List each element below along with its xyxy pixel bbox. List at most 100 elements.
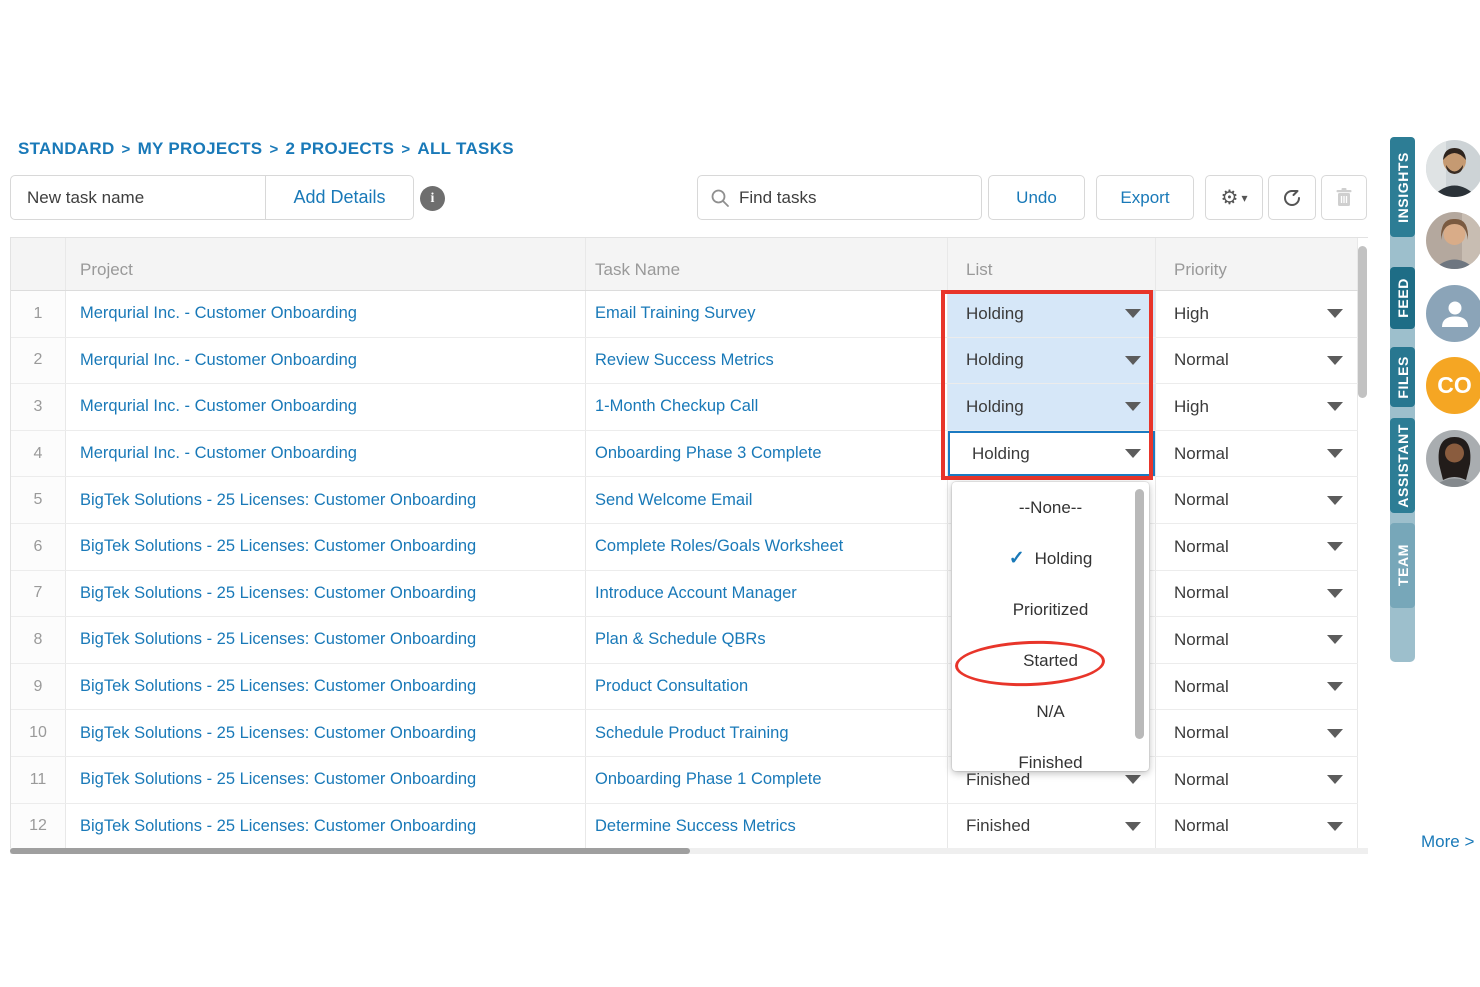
project-link[interactable]: BigTek Solutions - 25 Licenses: Customer… xyxy=(80,491,476,510)
avatar-photo-man[interactable] xyxy=(1426,140,1480,197)
table-row: 1Merqurial Inc. - Customer OnboardingEma… xyxy=(11,291,1358,338)
priority-dropdown-cell[interactable]: Normal xyxy=(1156,617,1358,663)
project-link[interactable]: BigTek Solutions - 25 Licenses: Customer… xyxy=(80,817,476,836)
breadcrumb-separator-icon: > xyxy=(115,141,138,158)
side-tab-assistant[interactable]: ASSISTANT xyxy=(1390,418,1415,513)
priority-dropdown-cell[interactable]: Normal xyxy=(1156,338,1358,384)
list-dropdown-cell[interactable]: Holding xyxy=(948,291,1156,337)
info-icon[interactable]: i xyxy=(420,186,445,211)
table-row: 3 Merqurial Inc. - Customer Onboarding 1-M… xyxy=(11,384,1358,431)
task-name-link[interactable]: Onboarding Phase 3 Complete xyxy=(595,444,822,463)
priority-dropdown-cell[interactable]: Normal xyxy=(1156,710,1358,756)
project-link[interactable]: Merqurial Inc. - Customer Onboarding xyxy=(80,397,357,416)
dropdown-option-prioritized[interactable]: Prioritized xyxy=(952,584,1149,635)
table-row: 4Merqurial Inc. - Customer OnboardingOnb… xyxy=(11,431,1358,478)
breadcrumb-standard[interactable]: STANDARD xyxy=(18,139,115,158)
dropdown-option-holding[interactable]: ✓Holding xyxy=(952,533,1149,584)
undo-button[interactable]: Undo xyxy=(988,175,1085,220)
export-button[interactable]: Export xyxy=(1096,175,1194,220)
priority-dropdown-cell[interactable]: Normal xyxy=(1156,431,1358,477)
project-link[interactable]: BigTek Solutions - 25 Licenses: Customer… xyxy=(80,630,476,649)
task-name-link[interactable]: 1-Month Checkup Call xyxy=(595,397,758,416)
side-tab-label: FEED xyxy=(1395,278,1411,318)
chevron-down-icon: ▾ xyxy=(1241,191,1247,205)
dropdown-option-started[interactable]: Started xyxy=(952,635,1149,686)
priority-dropdown-cell[interactable]: High xyxy=(1156,384,1358,430)
priority-dropdown-cell[interactable]: Normal xyxy=(1156,757,1358,803)
project-link[interactable]: Merqurial Inc. - Customer Onboarding xyxy=(80,351,357,370)
project-cell: Merqurial Inc. - Customer Onboarding xyxy=(66,431,586,477)
settings-gear-button[interactable]: ⚙▾ xyxy=(1205,175,1263,220)
project-link[interactable]: BigTek Solutions - 25 Licenses: Customer… xyxy=(80,770,476,789)
dropdown-option-n-a[interactable]: N/A xyxy=(952,686,1149,737)
task-name-link[interactable]: Complete Roles/Goals Worksheet xyxy=(595,537,843,556)
table-vertical-scrollbar[interactable] xyxy=(1357,240,1368,848)
avatar-photo-woman-2[interactable] xyxy=(1426,430,1480,487)
column-header-project[interactable]: Project xyxy=(66,238,586,290)
priority-value: Normal xyxy=(1174,816,1327,836)
task-name-link[interactable]: Schedule Product Training xyxy=(595,724,789,743)
list-value: Holding xyxy=(966,397,1125,417)
task-name-link[interactable]: Onboarding Phase 1 Complete xyxy=(595,770,822,789)
task-name-link[interactable]: Plan & Schedule QBRs xyxy=(595,630,766,649)
column-header-priority[interactable]: Priority xyxy=(1156,238,1358,290)
list-dropdown-cell[interactable]: Holding xyxy=(948,431,1156,477)
column-header-task-name[interactable]: Task Name xyxy=(586,238,948,290)
breadcrumb-2-projects[interactable]: 2 PROJECTS xyxy=(286,139,395,158)
project-link[interactable]: BigTek Solutions - 25 Licenses: Customer… xyxy=(80,724,476,743)
more-link[interactable]: More > xyxy=(1421,832,1474,852)
side-tab-insights[interactable]: INSIGHTS xyxy=(1390,137,1415,237)
priority-dropdown-cell[interactable]: Normal xyxy=(1156,664,1358,710)
side-tab-team[interactable]: TEAM xyxy=(1390,523,1415,608)
task-name-link[interactable]: Introduce Account Manager xyxy=(595,584,797,603)
breadcrumb-separator-icon: > xyxy=(262,141,285,158)
list-dropdown-cell[interactable]: Holding xyxy=(948,384,1156,430)
project-link[interactable]: Merqurial Inc. - Customer Onboarding xyxy=(80,304,357,323)
priority-dropdown-cell[interactable]: Normal xyxy=(1156,524,1358,570)
task-name-cell: Product Consultation xyxy=(586,664,948,710)
column-header-list[interactable]: List xyxy=(948,238,1156,290)
row-number: 5 xyxy=(11,477,66,523)
project-cell: BigTek Solutions - 25 Licenses: Customer… xyxy=(66,710,586,756)
priority-dropdown-cell[interactable]: High xyxy=(1156,291,1358,337)
dropdown-scrollbar-thumb[interactable] xyxy=(1135,489,1144,739)
task-name-link[interactable]: Product Consultation xyxy=(595,677,748,696)
avatar-photo-woman[interactable] xyxy=(1426,212,1480,269)
avatar-person-icon[interactable] xyxy=(1426,285,1480,342)
task-name-cell: Review Success Metrics xyxy=(586,338,948,384)
table-row: 5 BigTek Solutions - 25 Licenses: Custome… xyxy=(11,477,1358,524)
task-name-cell: Send Welcome Email xyxy=(586,477,948,523)
dropdown-option-finished[interactable]: Finished xyxy=(952,737,1149,771)
priority-dropdown-cell[interactable]: Normal xyxy=(1156,477,1358,523)
list-value: Finished xyxy=(966,770,1125,790)
row-number: 3 xyxy=(11,384,66,430)
task-name-link[interactable]: Determine Success Metrics xyxy=(595,817,796,836)
task-name-link[interactable]: Review Success Metrics xyxy=(595,351,774,370)
chevron-down-icon xyxy=(1125,449,1141,458)
side-tab-feed[interactable]: FEED xyxy=(1390,267,1415,329)
side-tab-files[interactable]: FILES xyxy=(1390,347,1415,407)
list-dropdown-cell[interactable]: Finished xyxy=(948,804,1156,850)
new-task-input[interactable] xyxy=(11,176,266,219)
scrollbar-thumb[interactable] xyxy=(1358,246,1367,398)
refresh-button[interactable] xyxy=(1268,175,1316,220)
project-link[interactable]: BigTek Solutions - 25 Licenses: Customer… xyxy=(80,584,476,603)
avatar-initials-co[interactable]: CO xyxy=(1426,357,1480,414)
task-name-link[interactable]: Send Welcome Email xyxy=(595,491,752,510)
breadcrumb-all-tasks[interactable]: ALL TASKS xyxy=(417,139,514,158)
project-link[interactable]: Merqurial Inc. - Customer Onboarding xyxy=(80,444,357,463)
add-details-button[interactable]: Add Details xyxy=(266,176,413,219)
project-link[interactable]: BigTek Solutions - 25 Licenses: Customer… xyxy=(80,677,476,696)
priority-dropdown-cell[interactable]: Normal xyxy=(1156,804,1358,850)
chevron-down-icon xyxy=(1327,682,1343,691)
list-dropdown-cell[interactable]: Holding xyxy=(948,338,1156,384)
dropdown-option-none[interactable]: --None-- xyxy=(952,482,1149,533)
scrollbar-thumb[interactable] xyxy=(10,848,690,854)
task-name-link[interactable]: Email Training Survey xyxy=(595,304,755,323)
search-input[interactable] xyxy=(739,188,959,208)
project-cell: Merqurial Inc. - Customer Onboarding xyxy=(66,384,586,430)
project-link[interactable]: BigTek Solutions - 25 Licenses: Customer… xyxy=(80,537,476,556)
breadcrumb-my-projects[interactable]: MY PROJECTS xyxy=(138,139,263,158)
priority-dropdown-cell[interactable]: Normal xyxy=(1156,571,1358,617)
chevron-down-icon xyxy=(1327,542,1343,551)
